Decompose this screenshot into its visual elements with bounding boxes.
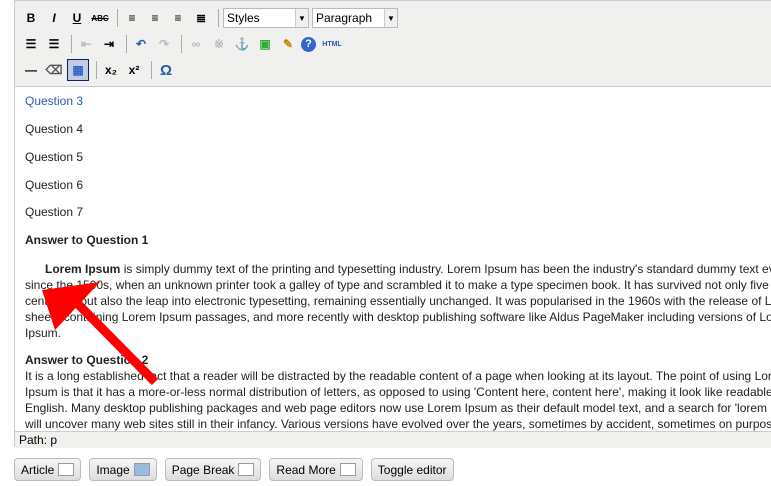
arrow-shaft xyxy=(68,294,159,386)
read-more-button[interactable]: Read More xyxy=(269,458,363,481)
button-label: Article xyxy=(21,462,55,477)
page-break-button[interactable]: Page Break xyxy=(164,458,262,481)
image-button[interactable]: Image xyxy=(89,458,157,481)
toggle-editor-button[interactable]: Toggle editor xyxy=(370,458,454,481)
button-label: Toggle editor xyxy=(377,462,447,477)
button-label: Page Break xyxy=(171,462,235,477)
read-more-icon xyxy=(339,463,356,476)
article-button[interactable]: Article xyxy=(14,458,82,481)
page-break-icon xyxy=(238,463,255,476)
red-arrow-annotation xyxy=(42,282,159,386)
article-icon xyxy=(58,463,75,476)
editor-buttons: Article Image Page Break Read More Toggl… xyxy=(14,458,454,481)
button-label: Read More xyxy=(276,462,336,477)
button-label: Image xyxy=(96,462,130,477)
image-icon xyxy=(133,463,150,476)
